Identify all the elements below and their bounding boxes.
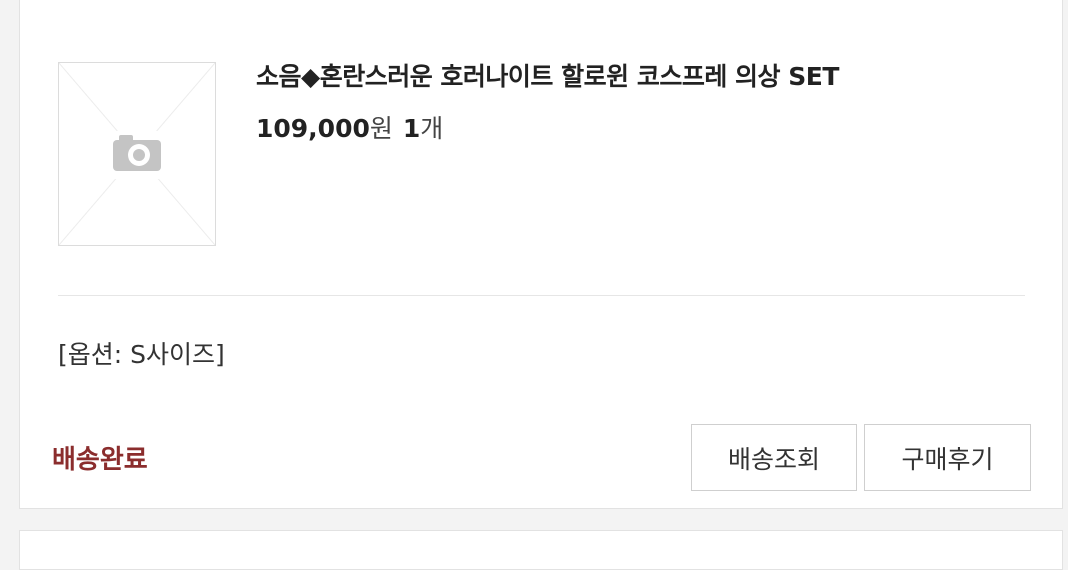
track-delivery-button[interactable]: 배송조회 (691, 424, 857, 491)
price-unit: 원 (369, 114, 393, 143)
price-quantity: 109,000원 1개 (256, 109, 443, 145)
price-value: 109,000 (256, 114, 370, 143)
quantity-value: 1 (402, 114, 421, 143)
quantity-unit: 개 (420, 114, 444, 143)
product-thumbnail-placeholder[interactable] (58, 62, 216, 246)
camera-icon (59, 63, 215, 245)
write-review-button[interactable]: 구매후기 (864, 424, 1031, 491)
divider (58, 295, 1025, 296)
product-name[interactable]: 소음◆혼란스러운 호러나이트 할로윈 코스프레 의상 SET (256, 57, 839, 93)
next-order-card (19, 530, 1063, 570)
delivery-status: 배송완료 (52, 445, 148, 475)
option-text: [옵션: S사이즈] (58, 340, 225, 369)
order-card: 소음◆혼란스러운 호러나이트 할로윈 코스프레 의상 SET 109,000원 1… (19, 0, 1063, 509)
